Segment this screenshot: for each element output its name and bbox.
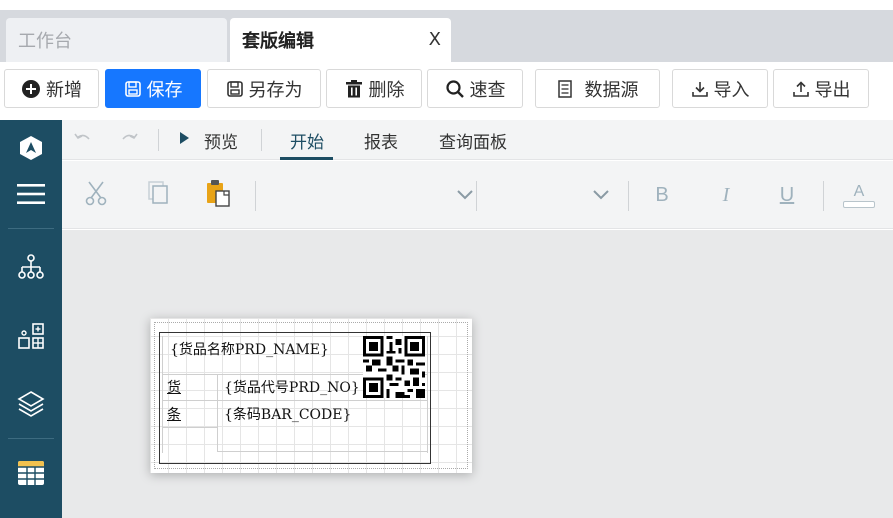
undo-button[interactable] [73,120,93,160]
tab-template-edit[interactable]: 套版编辑 X [230,18,451,62]
download-icon [691,80,709,98]
ribbon-tab-bar: 预览 开始 报表 查询面板 [62,120,893,160]
product-name-field[interactable]: {货品名称PRD_NAME} [170,339,329,359]
cell-border [162,427,218,428]
italic-button[interactable]: I [714,181,738,209]
active-tab-indicator [280,157,333,160]
font-family-select[interactable] [264,179,474,211]
font-color-swatch [843,200,875,208]
import-button-label: 导入 [713,79,750,101]
sidebar-divider [8,228,54,229]
redo-button[interactable] [119,120,139,160]
import-button[interactable]: 导入 [672,69,768,108]
save-button-label: 保存 [146,79,183,101]
upload-icon [792,80,810,98]
main-toolbar: 新增 保存 另存为 删除 速查 数据源 导入 导出 [0,62,893,116]
search-icon [445,79,465,99]
layers-icon[interactable] [0,383,62,423]
logo-icon [0,128,62,168]
delete-button[interactable]: 删除 [326,69,422,108]
redo-icon [119,130,139,150]
tab-close-button[interactable]: X [429,29,441,50]
ribbon-divider [158,129,159,151]
table-icon[interactable] [0,453,62,493]
hierarchy-icon[interactable] [0,247,62,287]
preview-label: 预览 [204,132,238,153]
bold-button[interactable]: B [650,181,674,209]
save-icon [226,80,244,98]
cell-border [427,336,428,453]
copy-button[interactable] [144,181,172,209]
paste-icon [205,179,231,211]
cut-button[interactable] [82,181,110,209]
tab-template-edit-label: 套版编辑 [242,31,314,52]
tab-workbench-label: 工作台 [18,31,72,52]
tab-workbench[interactable]: 工作台 [6,18,227,62]
cell-border [217,374,218,452]
tab-bar: 工作台 套版编辑 X [0,10,893,62]
add-button-label: 新增 [46,79,82,101]
plus-circle-icon [21,79,41,99]
delete-button-label: 删除 [368,79,405,101]
cell-border [218,451,428,452]
paste-button[interactable] [204,179,232,211]
undo-icon [73,130,93,150]
play-icon [178,130,190,150]
add-button[interactable]: 新增 [4,69,99,108]
sidebar-divider [8,438,54,439]
save-icon [124,80,142,98]
left-sidebar [0,120,62,518]
tab-query-panel[interactable]: 查询面板 [439,120,507,160]
save-button[interactable]: 保存 [105,69,201,108]
ribbon-divider [628,181,629,211]
save-as-button-label: 另存为 [248,79,303,101]
components-icon[interactable] [0,316,62,356]
product-no-label[interactable]: 货 [167,377,181,397]
qr-code-icon[interactable] [363,336,425,398]
datasource-button-label: 数据源 [584,79,639,101]
ribbon-divider [476,181,477,211]
ribbon-divider [261,129,262,151]
cut-icon [84,180,108,210]
ribbon-divider [255,181,256,211]
font-color-label: A [853,182,865,200]
export-button[interactable]: 导出 [773,69,869,108]
quick-search-button-label: 速查 [469,79,506,101]
underline-button[interactable]: U [775,181,799,209]
export-button-label: 导出 [814,79,851,101]
font-color-button[interactable]: A [841,177,877,213]
ribbon-divider [823,181,824,211]
trash-icon [344,79,364,99]
barcode-field[interactable]: {条码BAR_CODE} [224,404,351,424]
chevron-down-icon [592,186,610,205]
cell-border [162,400,428,401]
tab-start[interactable]: 开始 [290,120,324,160]
product-no-field[interactable]: {货品代号PRD_NO} [224,377,360,397]
datasource-button[interactable]: 数据源 [535,69,660,108]
save-as-button[interactable]: 另存为 [207,69,321,108]
menu-icon[interactable] [0,174,62,214]
chevron-down-icon [456,186,474,205]
ribbon-toolbar: B I U A [62,161,893,229]
tab-report[interactable]: 报表 [364,120,398,160]
copy-icon [146,180,170,210]
cell-border [162,336,163,453]
barcode-label[interactable]: 条 [167,404,181,424]
preview-button[interactable]: 预览 [178,120,238,160]
font-size-select[interactable] [482,179,610,211]
quick-search-button[interactable]: 速查 [427,69,523,108]
database-icon [557,79,573,98]
